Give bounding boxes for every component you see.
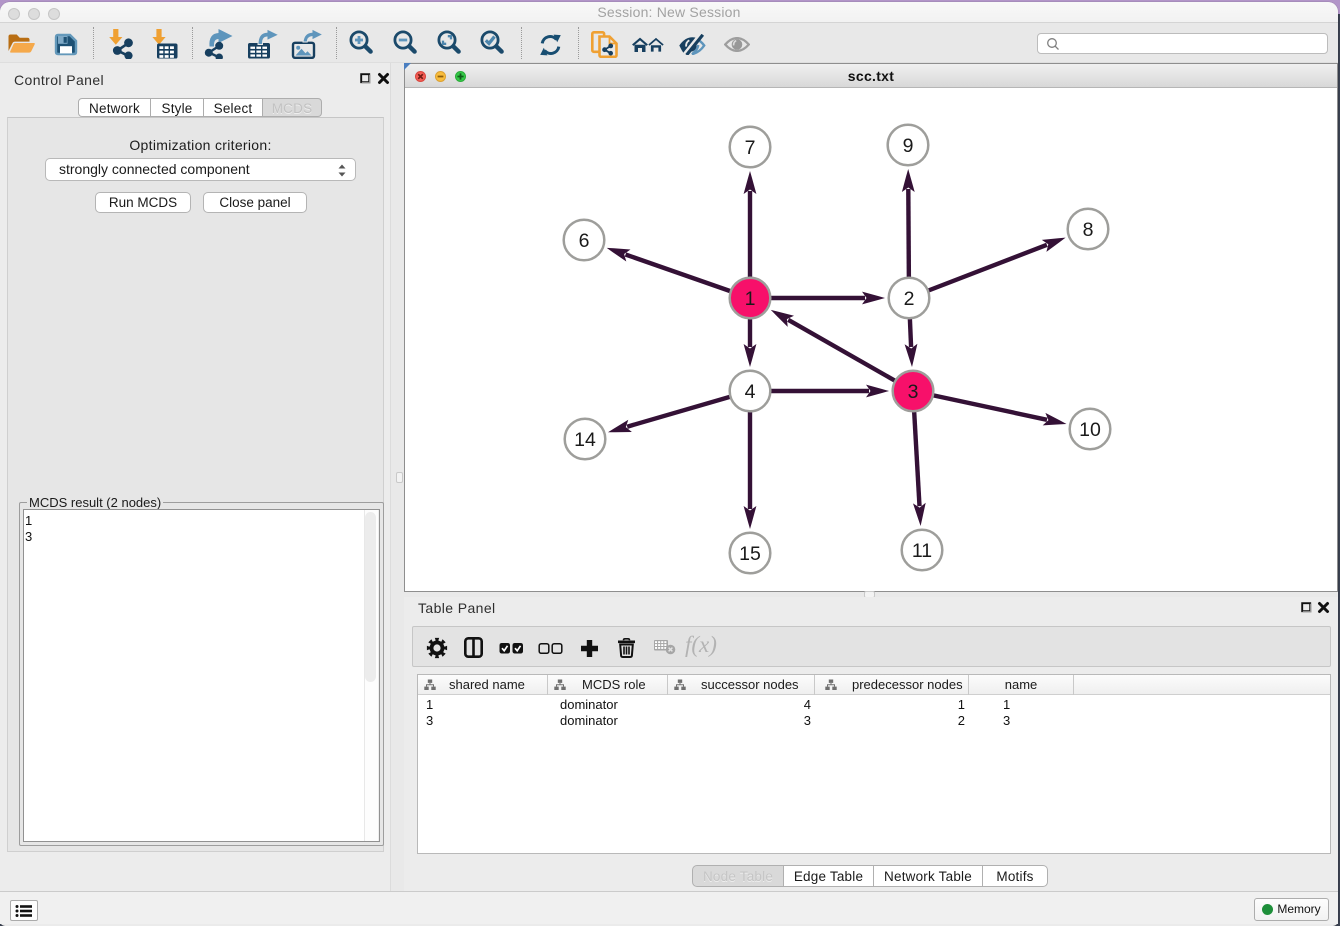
svg-text:7: 7: [745, 137, 756, 159]
svg-text:14: 14: [574, 429, 596, 451]
svg-text:9: 9: [903, 135, 914, 157]
svg-text:2: 2: [904, 288, 915, 310]
svg-text:10: 10: [1079, 419, 1101, 441]
svg-text:4: 4: [745, 381, 756, 403]
svg-text:3: 3: [908, 381, 919, 403]
svg-text:6: 6: [579, 230, 590, 252]
svg-text:11: 11: [912, 540, 932, 562]
svg-text:15: 15: [739, 543, 761, 565]
svg-text:8: 8: [1083, 219, 1094, 241]
svg-text:1: 1: [745, 288, 756, 310]
